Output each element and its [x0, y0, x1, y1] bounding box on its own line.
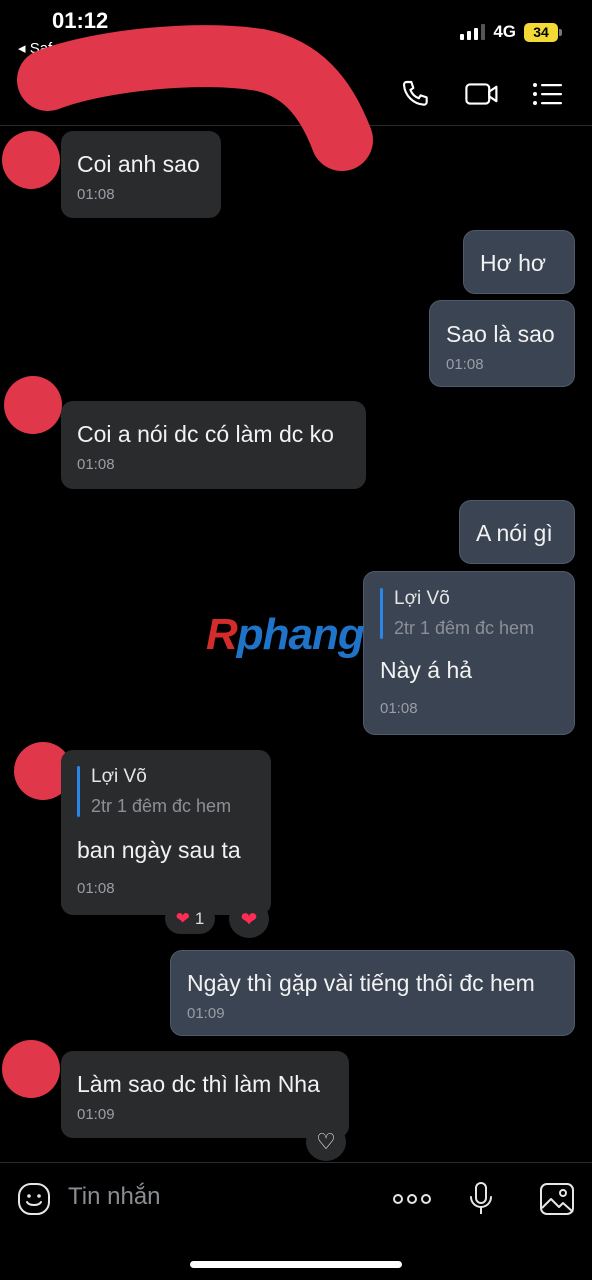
react-heart-button[interactable]: ❤: [229, 900, 269, 938]
reaction-count: 1: [194, 908, 205, 928]
message-bubble-incoming[interactable]: Coi a nói dc có làm dc ko 01:08: [61, 401, 366, 489]
message-time: 01:08: [380, 700, 418, 717]
message-text: Coi a nói dc có làm dc ko: [77, 421, 334, 447]
message-text: Này á hả: [380, 657, 473, 683]
quote-text: 2tr 1 đêm đc hem: [394, 618, 535, 638]
status-time: 01:12: [52, 8, 109, 33]
react-like-button[interactable]: ♡: [306, 1123, 346, 1161]
phone-icon[interactable]: [398, 76, 434, 112]
reply-quote[interactable]: Lợi Võ 2tr 1 đêm đc hem: [77, 766, 255, 817]
message-text: Làm sao dc thì làm Nha: [77, 1071, 320, 1097]
message-bubble-outgoing[interactable]: Sao là sao 01:08: [429, 300, 575, 387]
message-text: Ngày thì gặp vài tiếng thôi đc hem: [187, 970, 535, 996]
more-icon[interactable]: [392, 1179, 432, 1219]
heart-icon: ❤: [175, 908, 190, 928]
watermark-logo: Rphang: [206, 610, 365, 660]
microphone-icon[interactable]: [461, 1179, 501, 1219]
watermark-part: phang: [236, 610, 365, 659]
emoji-icon[interactable]: [14, 1179, 54, 1219]
avatar[interactable]: [4, 376, 62, 434]
message-text: Sao là sao: [446, 321, 555, 347]
message-bubble-incoming[interactable]: Coi anh sao 01:08: [61, 131, 221, 218]
status-indicators: 4G 34: [460, 22, 562, 42]
message-bubble-outgoing[interactable]: A nói gì: [459, 500, 575, 564]
message-time: 01:08: [446, 356, 484, 373]
message-bubble-outgoing[interactable]: Ngày thì gặp vài tiếng thôi đc hem 01:09: [170, 950, 575, 1036]
message-time: 01:08: [77, 880, 115, 897]
battery-level: 34: [524, 22, 558, 42]
avatar[interactable]: [2, 1040, 60, 1098]
quote-author: Lợi Võ: [394, 588, 450, 609]
reply-quote[interactable]: Lợi Võ 2tr 1 đêm đc hem: [380, 588, 558, 639]
message-input[interactable]: Tin nhắn: [68, 1183, 161, 1211]
message-bubble-outgoing-reply[interactable]: Lợi Võ 2tr 1 đêm đc hem Này á hả 01:08: [363, 571, 575, 735]
message-bubble-outgoing[interactable]: Hơ hơ: [463, 230, 575, 294]
network-label: 4G: [493, 22, 516, 41]
message-time: 01:09: [77, 1106, 115, 1123]
quote-accent-bar: [77, 766, 80, 817]
message-input-bar: Tin nhắn: [0, 1162, 592, 1280]
message-time: 01:09: [187, 1005, 225, 1022]
home-indicator[interactable]: [190, 1261, 402, 1268]
message-text: ban ngày sau ta: [77, 837, 241, 863]
quote-author: Lợi Võ: [91, 766, 147, 787]
message-bubble-incoming[interactable]: Làm sao dc thì làm Nha 01:09: [61, 1051, 349, 1138]
message-text: Coi anh sao: [77, 151, 200, 177]
watermark-part: R: [206, 610, 238, 659]
reaction-summary[interactable]: ❤ 1: [165, 903, 215, 934]
heart-icon: ❤: [240, 908, 258, 931]
battery-icon: 34: [524, 22, 562, 42]
menu-icon[interactable]: [530, 76, 566, 112]
back-to-safari-link[interactable]: ◂ Safari: [18, 39, 69, 57]
message-text: A nói gì: [476, 520, 553, 546]
avatar[interactable]: [2, 131, 60, 189]
heart-outline-icon: ♡: [316, 1129, 336, 1154]
signal-icon: [460, 24, 486, 40]
video-call-icon[interactable]: [464, 76, 500, 112]
message-bubble-incoming-reply[interactable]: Lợi Võ 2tr 1 đêm đc hem ban ngày sau ta …: [61, 750, 271, 915]
message-time: 01:08: [77, 186, 115, 203]
message-time: 01:08: [77, 456, 115, 473]
quote-accent-bar: [380, 588, 383, 639]
message-text: Hơ hơ: [480, 250, 546, 276]
chat-header: [0, 60, 592, 126]
quote-text: 2tr 1 đêm đc hem: [91, 796, 232, 816]
image-icon[interactable]: [537, 1179, 577, 1219]
